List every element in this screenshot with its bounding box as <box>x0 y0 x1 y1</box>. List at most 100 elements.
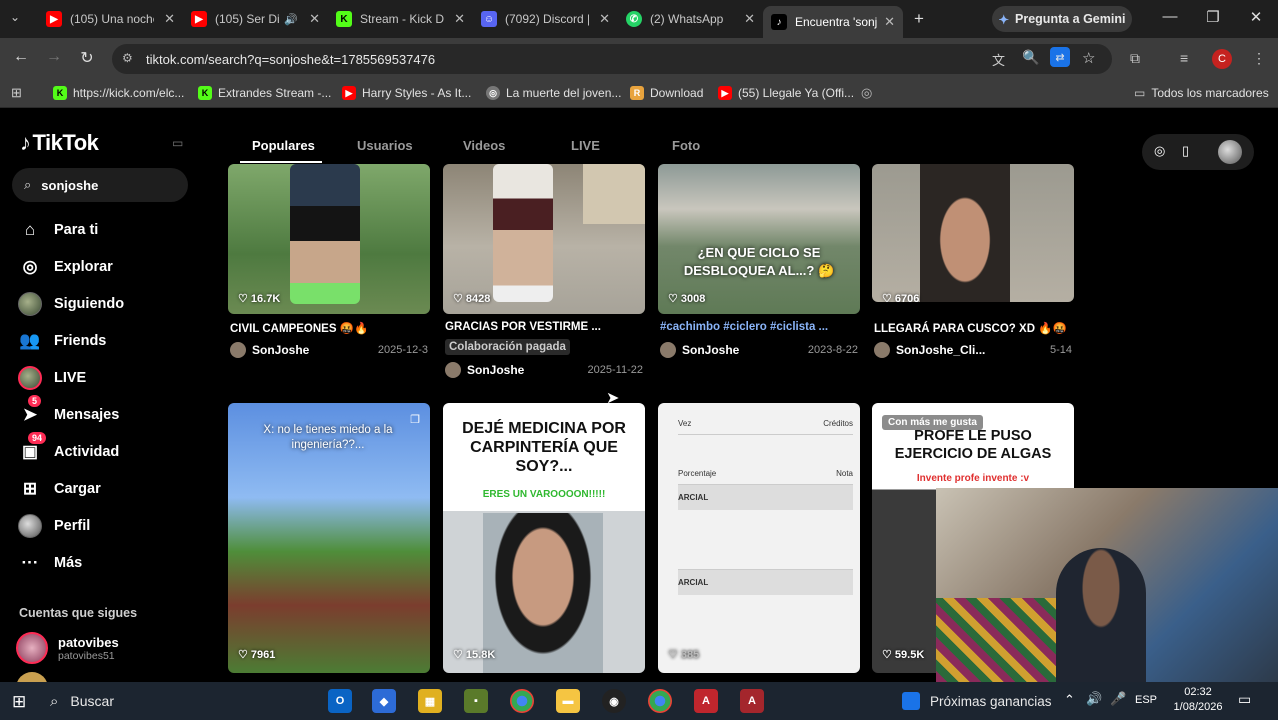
nav-friends[interactable]: 👥 Friends <box>18 329 106 353</box>
microphone-icon[interactable]: 🎤 <box>1110 691 1126 707</box>
apps-grid-icon[interactable]: ⊞ <box>11 85 22 101</box>
video-card[interactable]: ♡ 16.7K CIVIL CAMPEONES 🤬🔥 SonJoshe 2025… <box>228 164 430 424</box>
video-thumbnail[interactable]: ¿EN QUE CICLO SE DESBLOQUEA AL...? 🤔 ♡ 3… <box>658 164 860 314</box>
tiktok-logo[interactable]: ♪TikTok <box>20 130 99 156</box>
device-icon[interactable]: ▯ <box>1182 143 1189 159</box>
bookmark-item[interactable]: ▶ (55) Llegale Ya (Offi... <box>718 86 854 100</box>
volume-icon[interactable]: 🔊 <box>1086 691 1102 707</box>
tab-usuarios[interactable]: Usuarios <box>357 138 413 153</box>
video-title[interactable]: LLEGARÁ PARA CUSCO? XD 🔥🤬 <box>874 321 1067 335</box>
video-title[interactable]: #cachimbo #ciclero #ciclista ... <box>660 321 828 333</box>
nav-mensajes[interactable]: ➤ 5 Mensajes <box>18 395 119 427</box>
video-thumbnail[interactable]: X: no le tienes miedo a la ingeniería??.… <box>228 403 430 673</box>
video-thumbnail[interactable]: ♡ 8428 <box>443 164 645 314</box>
video-title[interactable]: GRACIAS POR VESTIRME ... <box>445 321 601 333</box>
chrome-icon[interactable] <box>648 689 672 713</box>
video-author[interactable]: SonJoshe_Cli... <box>874 342 985 358</box>
minecraft-icon[interactable]: ▪ <box>464 689 488 713</box>
bookmark-item[interactable]: R Download <box>630 86 703 100</box>
nav-perfil[interactable]: Perfil <box>18 514 90 538</box>
file-explorer-icon[interactable]: ▬ <box>556 689 580 713</box>
taskbar-search[interactable]: ⌕ Buscar <box>50 687 300 715</box>
tab-live[interactable]: LIVE <box>571 138 600 153</box>
chrome-icon[interactable] <box>510 689 534 713</box>
nav-mas[interactable]: ··· Más <box>18 551 83 575</box>
gemini-button[interactable]: ✦ Pregunta a Gemini <box>992 6 1132 32</box>
stocks-widget[interactable]: Próximas ganancias <box>902 692 1052 710</box>
close-tab-icon[interactable]: ✕ <box>599 11 610 27</box>
close-tab-icon[interactable]: ✕ <box>884 14 895 30</box>
close-tab-icon[interactable]: ✕ <box>454 11 465 27</box>
minimize-button[interactable]: — <box>1150 8 1190 25</box>
video-card[interactable]: Vez Créditos Porcentaje Nota ARCIAL ARCI… <box>658 403 860 673</box>
address-bar[interactable]: ⚙ tiktok.com/search?q=sonjoshe&t=1785569… <box>112 44 1112 74</box>
nav-live[interactable]: LIVE <box>18 366 86 390</box>
extensions-icon[interactable]: ⧉ <box>1130 50 1140 67</box>
video-author[interactable]: SonJoshe <box>660 342 739 358</box>
collapse-sidebar-icon[interactable]: ▭ <box>172 136 183 150</box>
nav-explorar[interactable]: ◎ Explorar <box>18 255 113 279</box>
cast-icon[interactable]: ⇄ <box>1050 47 1070 67</box>
site-info-icon[interactable]: ⚙ <box>122 51 133 65</box>
shield-icon[interactable]: ◆ <box>372 689 396 713</box>
nav-para-ti[interactable]: ⌂ Para ti <box>18 218 98 242</box>
translate-icon[interactable]: 文 <box>992 50 1005 69</box>
video-thumbnail[interactable]: ♡ 6706 <box>872 164 1074 302</box>
reload-button[interactable]: ↻ <box>76 48 98 68</box>
browser-tab[interactable]: K Stream - Kick D ✕ <box>328 6 473 32</box>
new-tab-button[interactable]: + <box>914 9 924 29</box>
tab-search-dropdown[interactable]: ⌄ <box>10 10 20 24</box>
menu-kebab-icon[interactable]: ⋮ <box>1252 50 1266 67</box>
notification-icon[interactable]: ▭ <box>1238 691 1251 708</box>
bookmark-item[interactable]: ◎ La muerte del joven... <box>486 86 621 100</box>
all-bookmarks-button[interactable]: ▭ Todos los marcadores <box>1134 86 1269 100</box>
language-indicator[interactable]: ESP <box>1135 694 1157 706</box>
coin-icon[interactable]: ◎ <box>1154 143 1165 159</box>
access-icon[interactable]: A <box>740 689 764 713</box>
bookmark-item[interactable]: ▶ Harry Styles - As It... <box>342 86 471 100</box>
bookmark-star-icon[interactable]: ☆ <box>1082 49 1095 67</box>
back-button[interactable]: ← <box>10 48 32 66</box>
close-tab-icon[interactable]: ✕ <box>164 11 175 27</box>
following-item[interactable]: mowgli <box>16 672 103 682</box>
windows-start-icon[interactable]: ⊞ <box>12 692 26 712</box>
video-thumbnail[interactable]: ♡ 16.7K <box>228 164 430 314</box>
acrobat-icon[interactable]: A <box>694 689 718 713</box>
video-card[interactable]: DEJÉ MEDICINA POR CARPINTERÍA QUE SOY?..… <box>443 403 645 673</box>
browser-tab[interactable]: ▶ (105) Ser Di 🔊 ✕ <box>183 6 328 32</box>
video-card[interactable]: ¿EN QUE CICLO SE DESBLOQUEA AL...? 🤔 ♡ 3… <box>658 164 860 424</box>
chevron-up-icon[interactable]: ⌃ <box>1064 692 1075 708</box>
bookmark-item[interactable]: K https://kick.com/elc... <box>53 86 184 100</box>
video-author[interactable]: SonJoshe <box>230 342 309 358</box>
video-thumbnail[interactable]: Vez Créditos Porcentaje Nota ARCIAL ARCI… <box>658 403 860 673</box>
restore-button[interactable]: ❐ <box>1193 8 1233 26</box>
video-thumbnail[interactable]: DEJÉ MEDICINA POR CARPINTERÍA QUE SOY?..… <box>443 403 645 673</box>
forward-button[interactable]: → <box>43 48 65 66</box>
video-card[interactable]: X: no le tienes miedo a la ingeniería??.… <box>228 403 430 673</box>
globe-icon[interactable]: ◎ <box>861 85 872 101</box>
video-author[interactable]: SonJoshe <box>445 362 524 378</box>
browser-tab[interactable]: ☺ (7092) Discord | ✕ <box>473 6 618 32</box>
store-icon[interactable]: ▦ <box>418 689 442 713</box>
video-title[interactable]: CIVIL CAMPEONES 🤬🔥 <box>230 321 368 335</box>
following-item[interactable]: patovibes patovibes51 <box>16 632 119 664</box>
search-input[interactable]: ⌕ sonjoshe <box>12 168 188 202</box>
browser-tab-active[interactable]: ♪ Encuentra 'sonj ✕ <box>763 6 903 38</box>
video-card[interactable]: ♡ 6706 LLEGARÁ PARA CUSCO? XD 🔥🤬 SonJosh… <box>872 164 1074 424</box>
nav-siguiendo[interactable]: Siguiendo <box>18 292 124 316</box>
browser-tab[interactable]: ✆ (2) WhatsApp ✕ <box>618 6 763 32</box>
close-tab-icon[interactable]: ✕ <box>309 11 320 27</box>
tab-populares[interactable]: Populares <box>252 138 315 153</box>
bookmark-item[interactable]: K Extrandes Stream -... <box>198 86 331 100</box>
clock[interactable]: 02:32 1/08/2026 <box>1170 685 1226 715</box>
tab-foto[interactable]: Foto <box>672 138 700 153</box>
nav-cargar[interactable]: ⊞ Cargar <box>18 477 101 501</box>
tab-videos[interactable]: Videos <box>463 138 505 153</box>
zoom-icon[interactable]: 🔍 <box>1022 49 1039 66</box>
browser-tab[interactable]: ▶ (105) Una noche ✕ <box>38 6 183 32</box>
nav-actividad[interactable]: ▣ 94 Actividad <box>18 432 119 464</box>
avatar[interactable] <box>1218 140 1242 164</box>
profile-avatar[interactable]: C <box>1212 49 1232 69</box>
close-tab-icon[interactable]: ✕ <box>744 11 755 27</box>
outlook-icon[interactable]: O <box>328 689 352 713</box>
